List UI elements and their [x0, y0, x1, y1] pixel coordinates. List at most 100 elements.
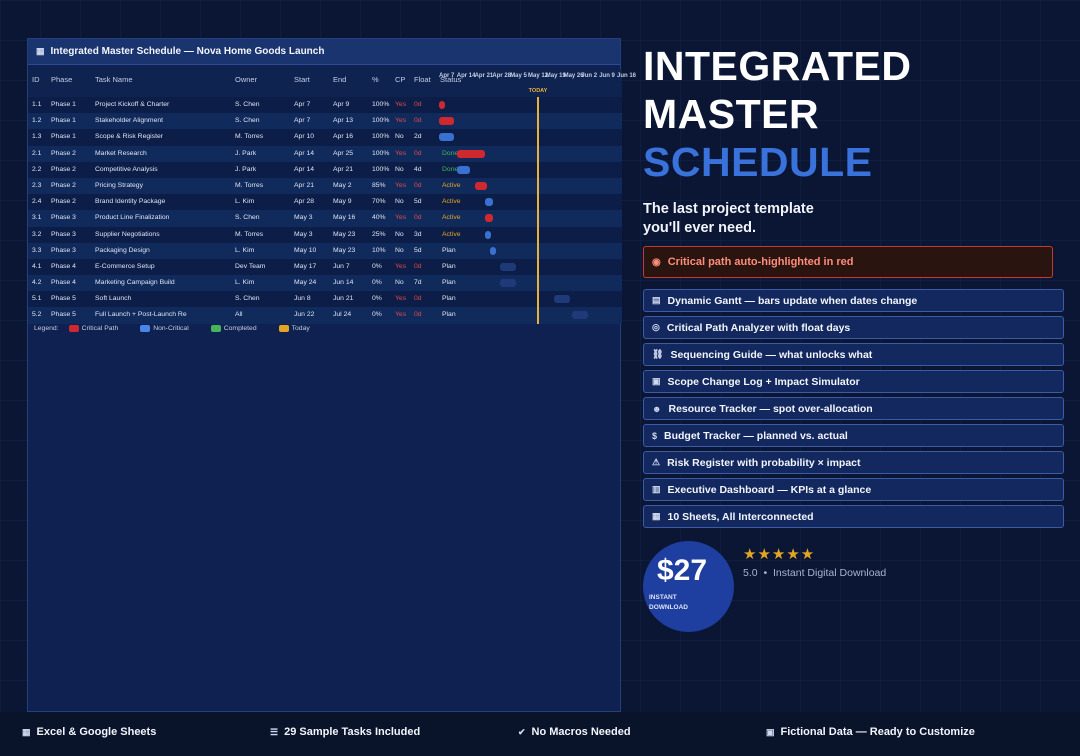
- col-start: Start: [294, 75, 310, 84]
- table-row: 1.1 Phase 1 Project Kickoff & Charter S. Ch…: [28, 97, 622, 114]
- rating-text: Instant Digital Download: [772, 567, 887, 579]
- cell-task: Scope & Risk Register: [95, 133, 163, 141]
- cell-end: Jun 21: [333, 295, 354, 303]
- cell-cp: No: [395, 230, 404, 238]
- cell-owner: S. Chen: [235, 101, 260, 108]
- cell-task: Market Research: [95, 149, 147, 157]
- cell-end: Jun 7: [333, 262, 350, 270]
- feature-label: Risk Register with probability × impact: [667, 456, 861, 469]
- cell-end: May 16: [333, 214, 356, 222]
- cell-start: Jun 22: [294, 311, 315, 319]
- cell-phase: Phase 2: [51, 165, 76, 173]
- cell-end: Apr 9: [333, 101, 350, 108]
- task-table: 1.1 Phase 1 Project Kickoff & Charter S. Ch…: [28, 97, 622, 324]
- gantt-bar: [439, 117, 455, 126]
- cell-owner: S. Chen: [235, 214, 260, 222]
- sheets-icon: ▦: [652, 511, 661, 521]
- rating-separator: •: [763, 567, 768, 579]
- today-marker: [537, 97, 539, 324]
- cell-phase: Phase 3: [51, 246, 76, 254]
- cell-float: 5d: [414, 198, 422, 206]
- gantt-bar: [474, 181, 488, 190]
- footer-item: ▦ Excel & Google Sheets: [22, 726, 156, 738]
- cell-end: Apr 13: [333, 117, 354, 125]
- cell-float: 5d: [414, 246, 422, 254]
- cell-id: 3.3: [32, 246, 42, 254]
- table-row: 3.1 Phase 3 Product Line Finalization S. Ch…: [28, 210, 622, 227]
- legend-item-non-critical: Non-Critical: [140, 325, 189, 332]
- cell-pct: 85%: [372, 181, 386, 189]
- date-axis-label: Apr 28: [492, 73, 512, 79]
- gantt-bar: [456, 149, 485, 158]
- money-icon: $: [652, 430, 658, 441]
- cell-status: Active: [442, 230, 461, 238]
- calendar-icon: ▦: [36, 46, 45, 56]
- table-row: 2.1 Phase 2 Market Research J. Park Apr 14 Ap…: [28, 145, 622, 162]
- cell-start: Apr 7: [294, 101, 311, 108]
- cell-float: 0d: [414, 295, 422, 303]
- cell-start: May 17: [294, 262, 317, 270]
- gantt-bar: [439, 101, 445, 109]
- cell-id: 1.3: [32, 133, 42, 141]
- feature-label: Executive Dashboard — KPIs at a glance: [667, 483, 872, 496]
- cell-id: 2.4: [32, 198, 42, 206]
- footer-item: ☰ 29 Sample Tasks Included: [270, 726, 420, 738]
- schedule-panel: ▦ Integrated Master Schedule — Nova Home…: [27, 38, 636, 712]
- cell-start: Apr 14: [294, 165, 315, 173]
- clipboard-icon: ▣: [652, 376, 661, 386]
- gantt-bar: [490, 246, 496, 255]
- gantt-bar: [553, 295, 570, 304]
- feature-label: Sequencing Guide — what unlocks what: [670, 348, 873, 361]
- cell-start: Apr 7: [294, 117, 311, 125]
- cell-start: May 24: [294, 279, 317, 287]
- star-rating-icon: ★★★★★: [743, 546, 816, 563]
- cell-float: 7d: [414, 279, 422, 287]
- cell-float: 0d: [414, 311, 422, 319]
- target-icon: ◉: [652, 256, 661, 268]
- cell-owner: M. Torres: [235, 133, 264, 141]
- date-axis-label: Apr 21: [474, 73, 494, 79]
- hero-title: INTEGRATED MASTER SCHEDULE: [643, 42, 911, 186]
- feature-label: 10 Sheets, All Interconnected: [667, 510, 814, 523]
- cell-float: 0d: [414, 262, 422, 270]
- cell-cp: Yes: [395, 295, 407, 303]
- cell-task: Full Launch + Post-Launch Re: [95, 311, 187, 319]
- col-phase: Phase: [51, 75, 73, 84]
- cell-id: 2.2: [32, 165, 42, 173]
- cell-cp: No: [395, 246, 404, 254]
- critical-path-text: Critical path auto-highlighted in red: [667, 256, 854, 268]
- cell-float: 0d: [414, 214, 422, 222]
- cell-task: Packaging Design: [95, 246, 150, 254]
- footer-item: ✔ No Macros Needed: [518, 726, 631, 738]
- cell-status: Plan: [442, 279, 456, 287]
- cell-phase: Phase 5: [51, 295, 76, 303]
- cell-status: Plan: [442, 262, 456, 270]
- feature-item: $ Budget Tracker — planned vs. actual: [643, 424, 1064, 447]
- cell-phase: Phase 3: [51, 230, 76, 238]
- legend-swatch: [210, 325, 221, 332]
- cell-owner: M. Torres: [235, 181, 264, 189]
- cell-id: 1.1: [32, 101, 42, 108]
- table-row: 1.3 Phase 1 Scope & Risk Register M. Torres…: [28, 129, 622, 146]
- col-owner: Owner: [235, 75, 258, 84]
- cell-owner: All: [235, 311, 243, 319]
- critical-path-callout: ◉ Critical path auto-highlighted in red: [643, 246, 1053, 278]
- cell-phase: Phase 1: [51, 117, 76, 125]
- cell-cp: No: [395, 279, 404, 287]
- cell-start: Apr 14: [294, 149, 315, 157]
- spreadsheet-icon: ▦: [22, 726, 31, 737]
- cell-float: 4d: [414, 165, 422, 173]
- panel-header: ▦ Integrated Master Schedule — Nova Home…: [28, 39, 620, 65]
- cell-pct: 10%: [372, 246, 386, 254]
- cell-start: May 3: [294, 214, 313, 222]
- feature-item: ▣ Scope Change Log + Impact Simulator: [643, 370, 1064, 393]
- cell-end: Jun 14: [333, 279, 354, 287]
- cell-pct: 0%: [372, 279, 382, 287]
- cell-phase: Phase 2: [51, 149, 76, 157]
- legend-label: Non-Critical: [153, 325, 189, 332]
- cell-task: Marketing Campaign Build: [95, 279, 175, 287]
- check-icon: ✔: [518, 726, 526, 737]
- table-row: 4.2 Phase 4 Marketing Campaign Build L. Kim…: [28, 275, 622, 292]
- cell-task: Product Line Finalization: [95, 214, 170, 222]
- legend-swatch: [68, 325, 79, 332]
